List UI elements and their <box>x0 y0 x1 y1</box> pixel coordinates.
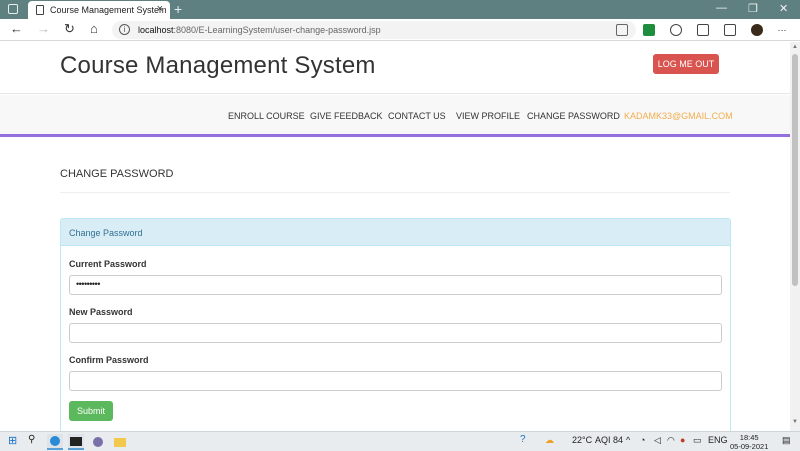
browser-titlebar: Course Management System × + — ❐ ✕ <box>0 0 800 19</box>
extension-icon[interactable] <box>670 24 682 36</box>
chevron-up-icon[interactable]: ^ <box>626 435 630 445</box>
current-password-value: ••••••••• <box>76 279 100 289</box>
scroll-up-arrow-icon[interactable]: ▲ <box>792 44 798 50</box>
nav-view-profile[interactable]: VIEW PROFILE <box>456 111 520 121</box>
help-icon[interactable]: ? <box>520 434 526 445</box>
windows-taskbar: ⊞ ⚲ ? ☁ 22°C AQI 84 ^ ◔ ◁ ◠ ● ▭ ENG 18:4… <box>0 431 800 451</box>
taskbar-terminal-app[interactable] <box>68 434 84 450</box>
notifications-icon[interactable]: ▤ <box>782 435 791 446</box>
browser-toolbar: ← → ↻ ⌂ i localhost:8080/E-LearningSyste… <box>0 19 800 41</box>
search-icon[interactable]: ⚲ <box>28 434 35 445</box>
favorites-star-icon[interactable] <box>616 24 628 36</box>
forward-button[interactable]: → <box>37 21 50 36</box>
language-indicator[interactable]: ENG <box>708 435 728 445</box>
page-scrollbar[interactable]: ▲ ▼ <box>790 42 800 431</box>
tab-actions-icon[interactable] <box>8 4 18 14</box>
taskbar-edge-app[interactable] <box>47 434 63 450</box>
scroll-thumb[interactable] <box>792 54 798 286</box>
panel-heading: Change Password <box>61 219 730 246</box>
volume-icon[interactable]: ◁ <box>654 435 661 446</box>
tab-close-icon[interactable]: × <box>157 3 163 15</box>
wifi-icon[interactable]: ◠ <box>667 435 675 446</box>
extension-green-icon[interactable] <box>643 24 655 36</box>
taskbar-file-explorer-icon[interactable] <box>112 434 128 450</box>
confirm-password-label: Confirm Password <box>69 355 149 365</box>
favorites-icon[interactable] <box>697 24 709 36</box>
tray-app-icon[interactable]: ● <box>680 435 685 445</box>
page-favicon-icon <box>36 5 44 15</box>
maximize-button[interactable]: ❐ <box>748 2 758 15</box>
weather-icon[interactable]: ☁ <box>545 435 554 446</box>
new-password-field[interactable] <box>69 323 722 343</box>
new-password-label: New Password <box>69 307 133 317</box>
clock-date: 05-09-2021 <box>730 442 769 451</box>
reload-button[interactable]: ↻ <box>64 21 75 37</box>
change-password-panel: Change Password Current Password •••••••… <box>60 218 731 431</box>
collections-icon[interactable] <box>724 24 736 36</box>
close-window-button[interactable]: ✕ <box>779 2 788 15</box>
site-info-icon[interactable]: i <box>119 24 130 35</box>
nav-change-password[interactable]: CHANGE PASSWORD <box>527 111 620 121</box>
scroll-down-arrow-icon[interactable]: ▼ <box>792 419 798 425</box>
battery-icon[interactable]: ▭ <box>693 435 702 446</box>
new-tab-button[interactable]: + <box>174 1 182 17</box>
nav-give-feedback[interactable]: GIVE FEEDBACK <box>310 111 383 121</box>
profile-avatar[interactable] <box>751 24 763 36</box>
nav-enroll-course[interactable]: ENROLL COURSE <box>228 111 305 121</box>
weather-temp[interactable]: 22°C <box>572 435 592 445</box>
panel-title: Change Password <box>69 228 143 238</box>
nav-user-email[interactable]: KADAMK33@GMAIL.COM <box>624 111 733 121</box>
tab-title: Course Management System <box>50 5 167 15</box>
url-text[interactable]: localhost:8080/E-LearningSystem/user-cha… <box>138 25 381 35</box>
heading-divider <box>60 192 730 193</box>
clock-time: 18:45 <box>739 433 759 442</box>
back-button[interactable]: ← <box>10 21 23 36</box>
home-button[interactable]: ⌂ <box>90 21 98 36</box>
submit-button[interactable]: Submit <box>69 401 113 421</box>
current-password-label: Current Password <box>69 259 147 269</box>
url-host: localhost <box>138 25 174 35</box>
current-password-field[interactable]: ••••••••• <box>69 275 722 295</box>
web-page: Course Management System LOG ME OUT ENRO… <box>0 42 790 431</box>
page-title: CHANGE PASSWORD <box>60 168 174 180</box>
start-windows-icon[interactable]: ⊞ <box>8 434 17 447</box>
more-menu-icon[interactable]: ⋯ <box>776 24 788 36</box>
nav-contact-us[interactable]: CONTACT US <box>388 111 446 121</box>
site-header: Course Management System LOG ME OUT <box>0 42 790 94</box>
taskbar-app-icon[interactable] <box>90 434 106 450</box>
address-bar[interactable]: i localhost:8080/E-LearningSystem/user-c… <box>112 21 636 39</box>
confirm-password-field[interactable] <box>69 371 722 391</box>
site-title: Course Management System <box>60 52 376 79</box>
taskbar-clock[interactable]: 18:45 05-09-2021 <box>730 433 768 451</box>
browser-tab[interactable]: Course Management System × <box>28 1 170 19</box>
network-icon[interactable]: ◔ <box>640 435 645 445</box>
aqi-text[interactable]: AQI 84 <box>595 435 623 445</box>
site-nav: ENROLL COURSE GIVE FEEDBACK CONTACT US V… <box>0 95 790 137</box>
minimize-button[interactable]: — <box>716 2 727 14</box>
url-path: :8080/E-LearningSystem/user-change-passw… <box>173 25 381 35</box>
logout-button[interactable]: LOG ME OUT <box>653 54 719 74</box>
